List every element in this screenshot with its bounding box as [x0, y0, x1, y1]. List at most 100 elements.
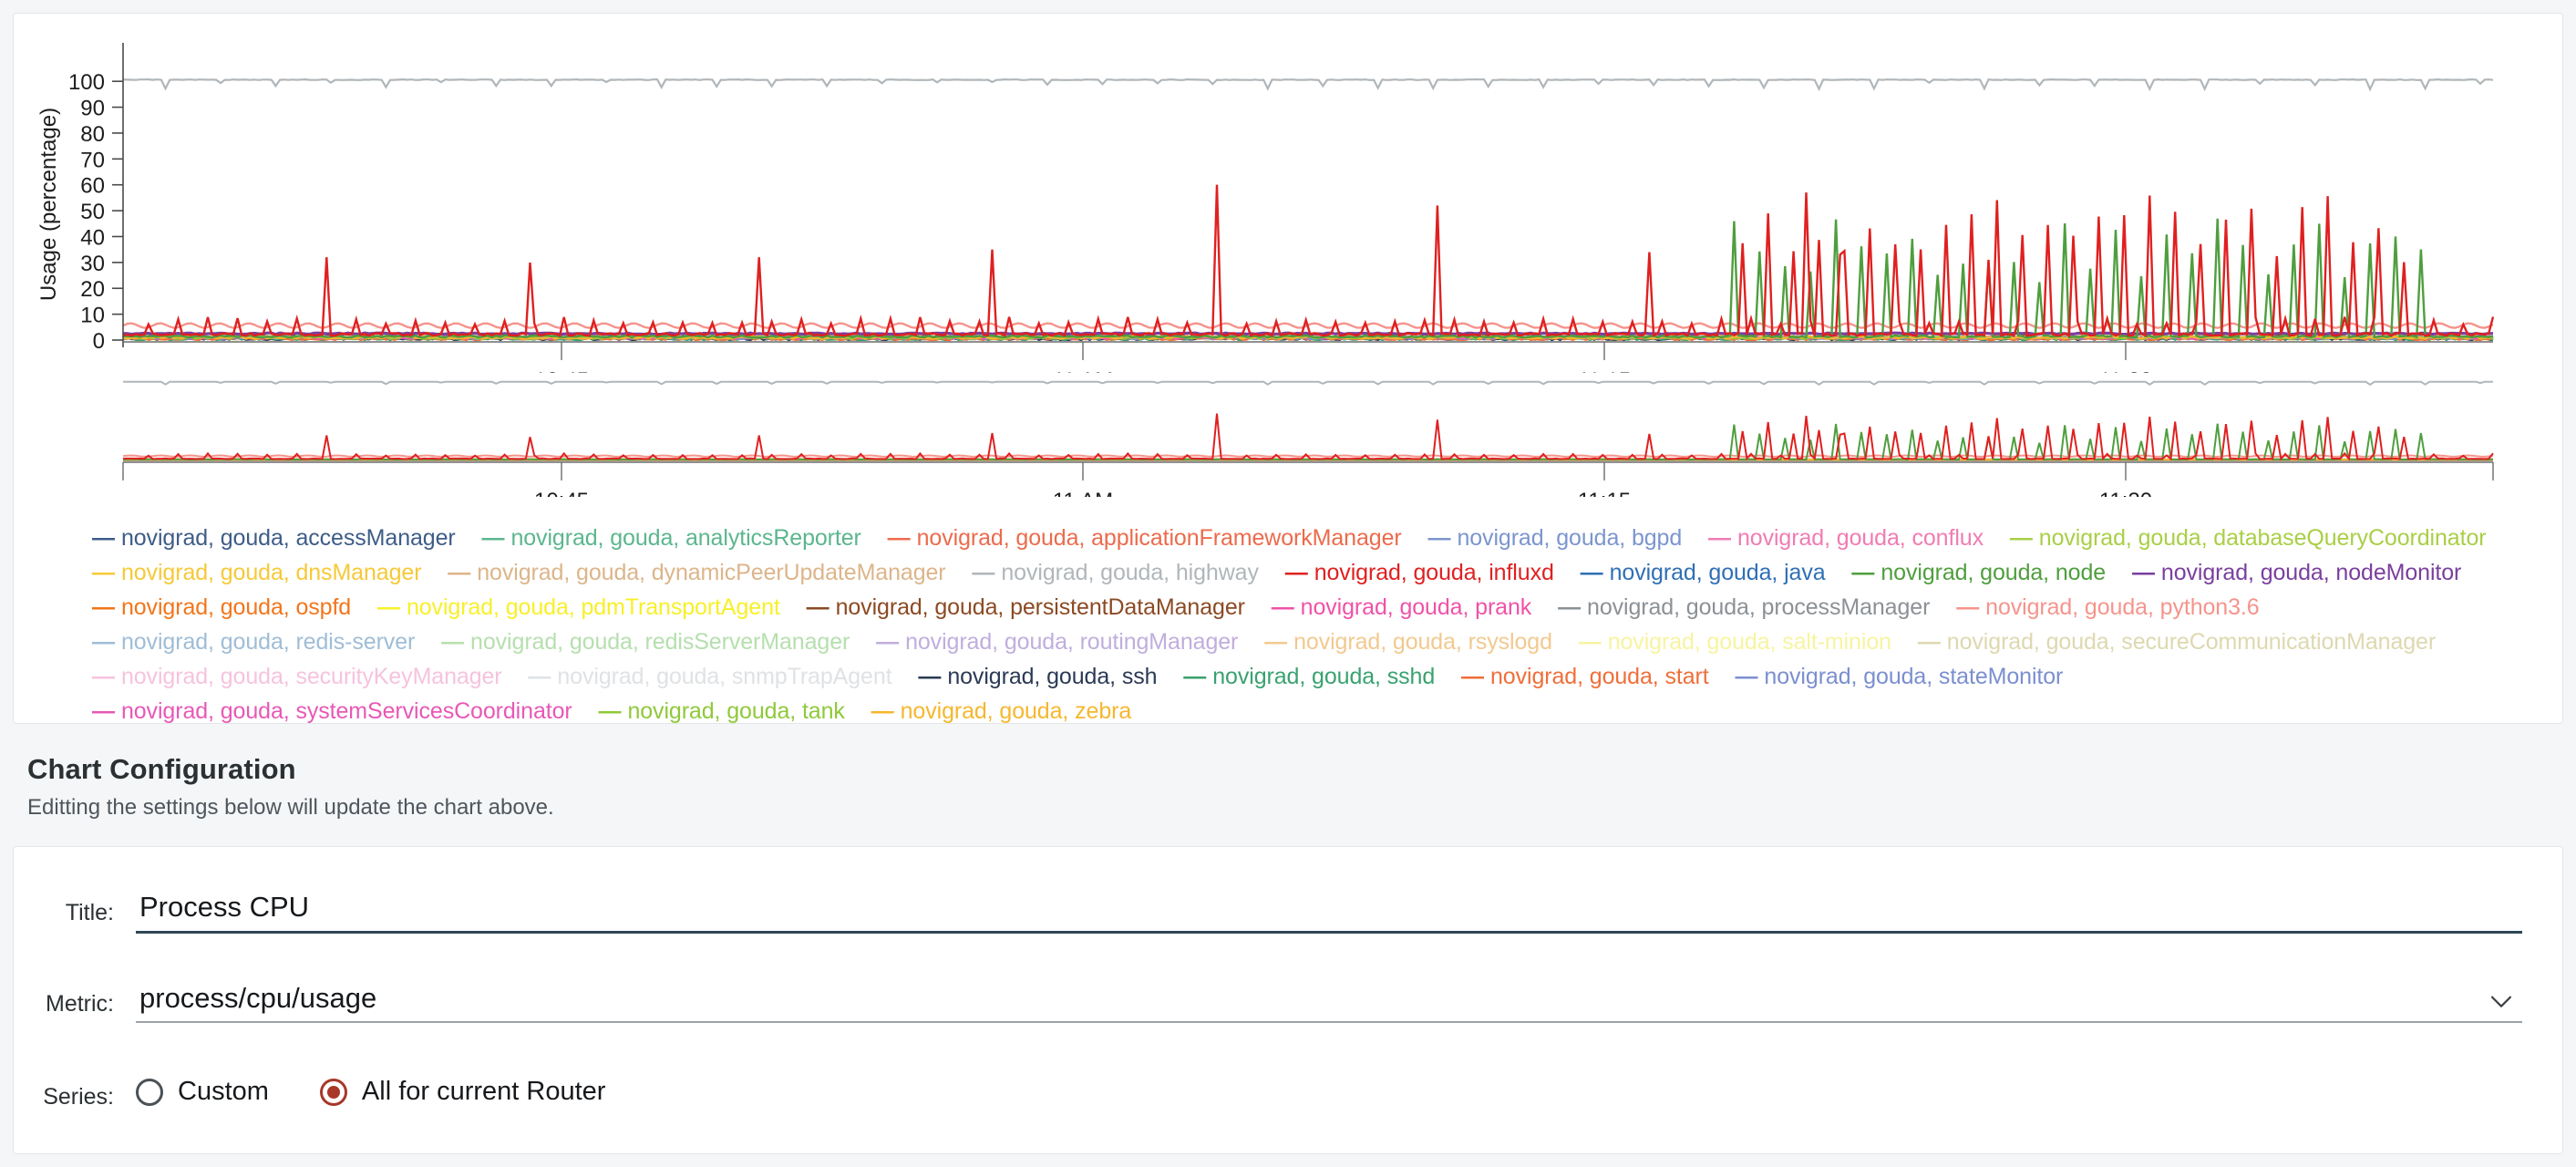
legend-swatch-icon: —: [598, 698, 626, 724]
legend-item[interactable]: — novigrad, gouda, accessManager: [92, 525, 456, 551]
radio-unchecked-icon[interactable]: [136, 1078, 163, 1106]
svg-text:90: 90: [80, 97, 105, 121]
chart-legend[interactable]: — novigrad, gouda, accessManager — novig…: [92, 521, 2517, 728]
legend-swatch-icon: —: [1851, 560, 1880, 585]
legend-item[interactable]: — novigrad, gouda, stateMonitor: [1735, 664, 2063, 689]
legend-swatch-icon: —: [528, 664, 556, 689]
legend-item-label: novigrad, gouda, persistentDataManager: [835, 594, 1245, 620]
legend-item[interactable]: — novigrad, gouda, systemServicesCoordin…: [92, 698, 572, 724]
legend-swatch-icon: —: [448, 560, 476, 585]
legend-item[interactable]: — novigrad, gouda, redis-server: [92, 629, 415, 655]
legend-item[interactable]: — novigrad, gouda, processManager: [1558, 594, 1930, 620]
brush-overview: 10:45 11 AM 11:15 11:30: [122, 373, 2494, 497]
legend-item[interactable]: — novigrad, gouda, routingManager: [876, 629, 1238, 655]
legend-swatch-icon: —: [1427, 525, 1456, 551]
title-field-label: Title:: [65, 900, 114, 925]
legend-item-label: novigrad, gouda, stateMonitor: [1764, 664, 2064, 689]
legend-item-label: novigrad, gouda, accessManager: [120, 525, 456, 551]
legend-item[interactable]: — novigrad, gouda, pdmTransportAgent: [377, 594, 780, 620]
legend-item[interactable]: — novigrad, gouda, bgpd: [1427, 525, 1682, 551]
svg-text:10: 10: [80, 304, 105, 328]
legend-item[interactable]: — novigrad, gouda, zebra: [871, 698, 1132, 724]
svg-text:11 AM: 11 AM: [1053, 489, 1113, 497]
legend-swatch-icon: —: [918, 664, 946, 689]
legend-item[interactable]: — novigrad, gouda, analyticsReporter: [482, 525, 861, 551]
legend-item[interactable]: — novigrad, gouda, dnsManager: [92, 560, 422, 585]
legend-item[interactable]: — novigrad, gouda, applicationFrameworkM…: [888, 525, 1402, 551]
svg-text:0: 0: [93, 329, 105, 354]
chart-configuration-card: Title: Metric: process/cpu/usage Series:…: [13, 846, 2563, 1154]
legend-swatch-icon: —: [972, 560, 1000, 585]
legend-swatch-icon: —: [806, 594, 834, 620]
svg-text:20: 20: [80, 277, 105, 302]
legend-item[interactable]: — novigrad, gouda, java: [1581, 560, 1826, 585]
legend-swatch-icon: —: [1183, 664, 1211, 689]
metric-select[interactable]: process/cpu/usage: [136, 982, 2522, 1023]
legend-item[interactable]: — novigrad, gouda, ospfd: [92, 594, 351, 620]
legend-item[interactable]: — novigrad, gouda, nodeMonitor: [2132, 560, 2461, 585]
legend-swatch-icon: —: [92, 664, 119, 689]
legend-item[interactable]: — novigrad, gouda, databaseQueryCoordina…: [2010, 525, 2487, 551]
legend-item-label: novigrad, gouda, java: [1609, 560, 1826, 585]
legend-item-label: novigrad, gouda, influxd: [1314, 560, 1554, 585]
radio-dot: [326, 1085, 340, 1099]
legend-item[interactable]: — novigrad, gouda, node: [1851, 560, 2106, 585]
svg-text:11:30: 11:30: [2099, 489, 2152, 497]
chart-title-input[interactable]: [136, 891, 2522, 934]
legend-item-label: novigrad, gouda, prank: [1300, 594, 1532, 620]
time-series-chart[interactable]: 1009080706050403020100Usage (percentage)…: [14, 14, 2564, 497]
legend-swatch-icon: —: [1708, 525, 1736, 551]
legend-item-label: novigrad, gouda, highway: [1001, 560, 1259, 585]
legend-item[interactable]: — novigrad, gouda, redisServerManager: [441, 629, 850, 655]
title-field-row: Title:: [14, 891, 2562, 955]
legend-item-label: novigrad, gouda, dynamicPeerUpdateManage…: [477, 560, 946, 585]
legend-item[interactable]: — novigrad, gouda, snmpTrapAgent: [528, 664, 891, 689]
config-header: Chart Configuration Editting the setting…: [27, 753, 554, 821]
legend-item[interactable]: — novigrad, gouda, sshd: [1183, 664, 1435, 689]
legend-item-label: novigrad, gouda, pdmTransportAgent: [406, 594, 780, 620]
series-field-label: Series:: [43, 1084, 114, 1110]
series-radio-all-for-current-router[interactable]: All for current Router: [319, 1077, 605, 1107]
legend-swatch-icon: —: [376, 594, 405, 620]
legend-item[interactable]: — novigrad, gouda, persistentDataManager: [807, 594, 1245, 620]
legend-item[interactable]: — novigrad, gouda, salt-minion: [1579, 629, 1891, 655]
legend-item[interactable]: — novigrad, gouda, highway: [972, 560, 1259, 585]
legend-item[interactable]: — novigrad, gouda, influxd: [1285, 560, 1554, 585]
legend-item[interactable]: — novigrad, gouda, start: [1461, 664, 1709, 689]
legend-item[interactable]: — novigrad, gouda, dynamicPeerUpdateMana…: [448, 560, 945, 585]
legend-swatch-icon: —: [1956, 594, 1984, 620]
y-axis: 1009080706050403020100Usage (percentage): [36, 43, 124, 354]
legend-item[interactable]: — novigrad, gouda, tank: [598, 698, 844, 724]
legend-item[interactable]: — novigrad, gouda, secureCommunicationMa…: [1918, 629, 2436, 655]
series-radio-custom[interactable]: Custom: [136, 1077, 269, 1107]
legend-item-label: novigrad, gouda, tank: [627, 698, 845, 724]
svg-text:10:45: 10:45: [534, 489, 589, 497]
legend-swatch-icon: —: [1461, 664, 1489, 689]
legend-swatch-icon: —: [1284, 560, 1313, 585]
legend-item-label: novigrad, gouda, conflux: [1736, 525, 1984, 551]
legend-item[interactable]: — novigrad, gouda, conflux: [1708, 525, 1984, 551]
legend-item[interactable]: — novigrad, gouda, python3.6: [1956, 594, 2259, 620]
legend-swatch-icon: —: [1578, 629, 1606, 655]
brush-window[interactable]: [123, 373, 2493, 464]
legend-item[interactable]: — novigrad, gouda, prank: [1272, 594, 1532, 620]
svg-text:100: 100: [68, 70, 105, 95]
chart-plot-area[interactable]: 100 90 80 70 60 50 40 30 20 10 0 Usage (percentage)…: [14, 14, 2562, 497]
config-subheading: Editting the settings below will update …: [27, 795, 554, 820]
legend-item[interactable]: — novigrad, gouda, securityKeyManager: [92, 664, 502, 689]
series-radio-group[interactable]: Custom All for current Router: [136, 1077, 656, 1107]
legend-swatch-icon: —: [876, 629, 904, 655]
legend-item[interactable]: — novigrad, gouda, rsyslogd: [1264, 629, 1552, 655]
legend-item-label: novigrad, gouda, rsyslogd: [1293, 629, 1552, 655]
metric-field-label: Metric:: [46, 991, 114, 1017]
legend-item-label: novigrad, gouda, ssh: [947, 664, 1158, 689]
legend-item[interactable]: — novigrad, gouda, ssh: [918, 664, 1157, 689]
legend-item-label: novigrad, gouda, snmpTrapAgent: [557, 664, 892, 689]
radio-checked-icon[interactable]: [319, 1078, 347, 1106]
legend-swatch-icon: —: [1580, 560, 1608, 585]
main-series-group: [122, 77, 2495, 342]
legend-swatch-icon: —: [1271, 594, 1299, 620]
svg-text:Usage (percentage): Usage (percentage): [36, 108, 61, 301]
legend-swatch-icon: —: [887, 525, 915, 551]
title-field-control: [136, 891, 2522, 934]
